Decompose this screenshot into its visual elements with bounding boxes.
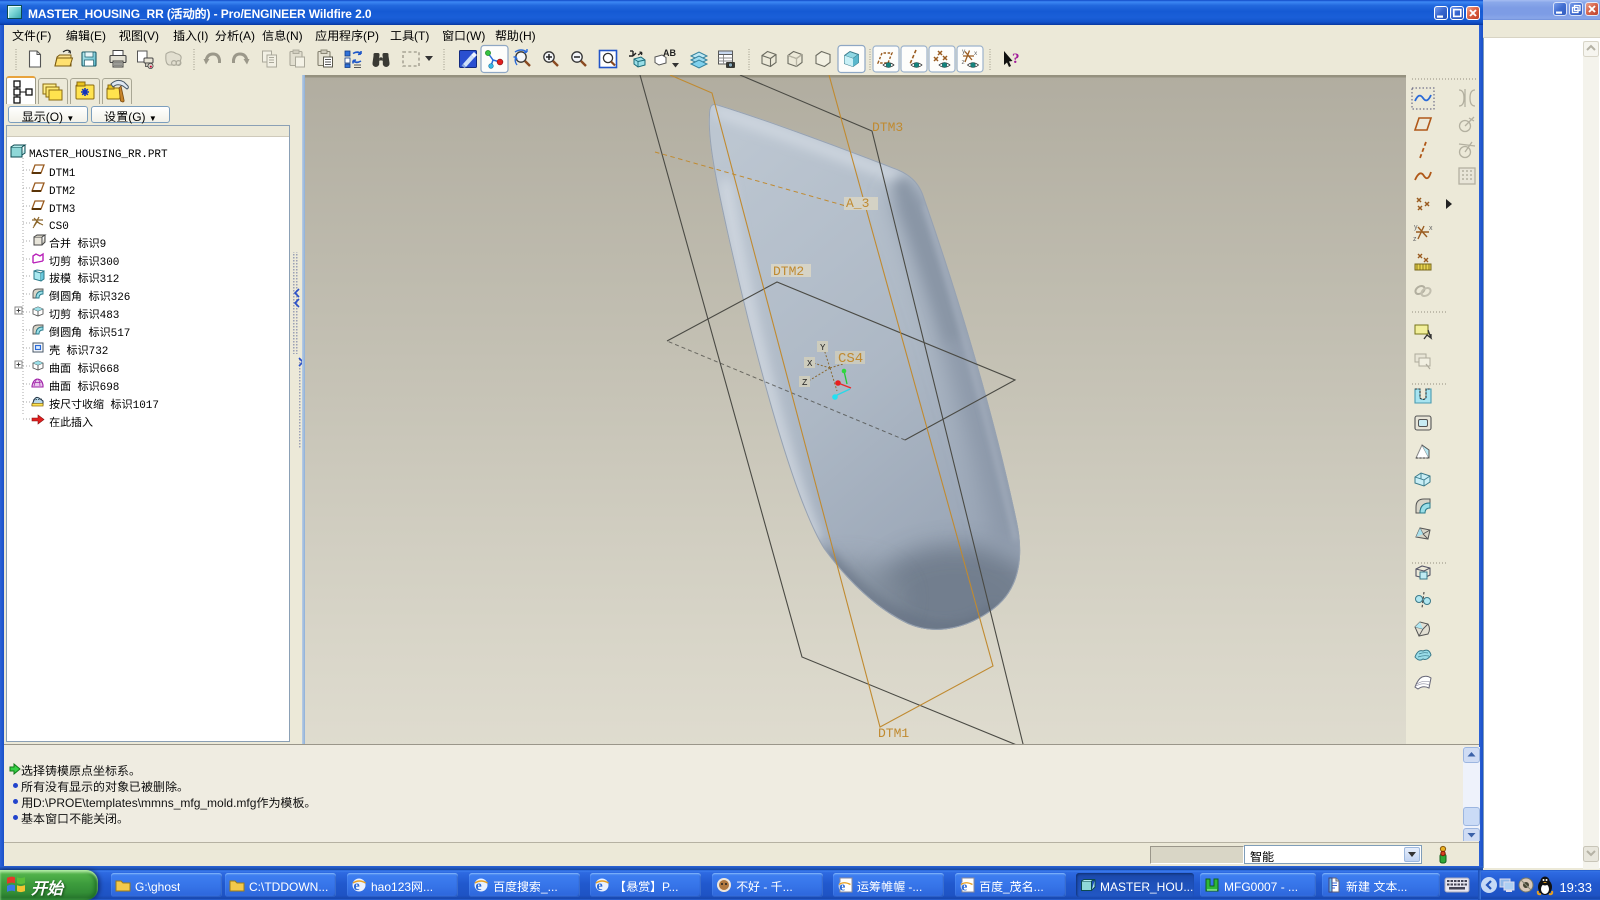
svg-text:CS4: CS4 xyxy=(838,351,863,367)
svg-text:DTM2: DTM2 xyxy=(773,264,804,279)
svg-text:DTM3: DTM3 xyxy=(872,120,903,135)
svg-text:x: x xyxy=(1429,225,1433,232)
svg-text:Y: Y xyxy=(820,343,826,353)
svg-text:z: z xyxy=(1413,236,1417,243)
svg-text:X: X xyxy=(807,359,813,369)
svg-text:?: ? xyxy=(1012,51,1020,67)
svg-text:DTM1: DTM1 xyxy=(878,726,909,741)
svg-text:e: e xyxy=(840,879,846,894)
svg-text:AB: AB xyxy=(663,48,676,58)
svg-text:e: e xyxy=(962,879,968,894)
svg-text:y: y xyxy=(1414,224,1418,231)
svg-text:Z: Z xyxy=(802,378,808,388)
svg-text:A_3: A_3 xyxy=(846,196,869,211)
svg-text:z: z xyxy=(962,59,965,66)
